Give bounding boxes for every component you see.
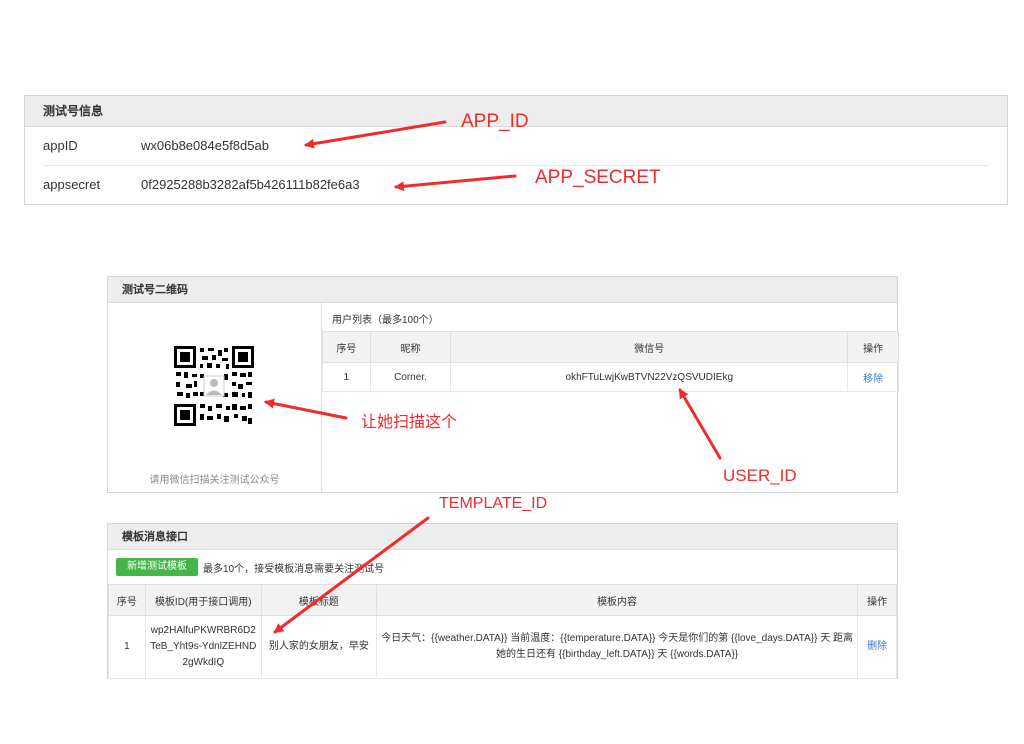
template-index: 1: [108, 615, 146, 679]
template-panel: 模板消息接口 新增测试模板 最多10个，接受模板消息需要关注测试号 序号 模板I…: [107, 523, 898, 679]
annotation-app-id: APP_ID: [461, 111, 529, 132]
appsecret-row: appsecret 0f2925288b3282af5b426111b82fe6…: [43, 166, 989, 204]
user-list-title: 用户列表（最多100个）: [332, 315, 439, 326]
template-table: 序号 模板ID(用于接口调用) 模板标题 模板内容 操作 1 wp2HAlfuP…: [108, 584, 897, 679]
template-content: 今日天气：{{weather.DATA}} 当前温度：{{temperature…: [375, 615, 859, 679]
qr-caption: 请用微信扫描关注测试公众号: [149, 475, 280, 486]
appsecret-label: appsecret: [43, 177, 101, 192]
appsecret-value[interactable]: 0f2925288b3282af5b426111b82fe6a3: [141, 166, 360, 204]
qr-area: 请用微信扫描关注测试公众号: [108, 303, 322, 492]
appid-value[interactable]: wx06b8e084e5f8d5ab: [141, 127, 269, 165]
table-row: 1 Corner. okhFTuLwjKwBTVN22VzQSVUDIEkg 移…: [322, 362, 899, 392]
annotation-user-id: USER_ID: [723, 466, 797, 485]
user-wechat-id: okhFTuLwjKwBTVN22VzQSVUDIEkg: [450, 362, 849, 392]
col-template-title: 模板标题: [260, 584, 377, 616]
col-template-content: 模板内容: [375, 584, 859, 616]
user-list-area: 用户列表（最多100个） 序号 昵称 微信号 操作 1 Corner. okhF…: [322, 303, 899, 492]
col-action: 操作: [857, 584, 897, 616]
template-note: 最多10个，接受模板消息需要关注测试号: [203, 564, 385, 575]
template-title: 别人家的女朋友，早安: [260, 615, 377, 679]
table-row-empty: [323, 392, 899, 491]
user-table-header: 序号 昵称 微信号 操作: [322, 331, 899, 363]
annotation-scan-hint: 让她扫描这个: [361, 414, 458, 431]
col-template-id: 模板ID(用于接口调用): [144, 584, 262, 616]
qr-panel-title: 测试号二维码: [108, 277, 897, 303]
col-index: 序号: [322, 331, 371, 363]
qr-code-panel: 测试号二维码 请用微信扫描关注测试公众号 用户列表（最多100个） 序号 昵称 …: [107, 276, 899, 493]
annotation-template-id: TEMPLATE_ID: [439, 495, 548, 512]
annotation-app-secret: APP_SECRET: [535, 167, 661, 188]
appid-label: appID: [43, 138, 78, 153]
col-index: 序号: [108, 584, 146, 616]
col-wechat-id: 微信号: [450, 331, 849, 363]
template-panel-title: 模板消息接口: [108, 524, 897, 550]
add-template-button[interactable]: 新增测试模板: [116, 558, 198, 576]
delete-template-link[interactable]: 删除: [857, 615, 897, 679]
col-nickname: 昵称: [369, 331, 452, 363]
template-id[interactable]: wp2HAlfuPKWRBR6D2TeB_Yht9s-YdnlZEHND2gWk…: [144, 615, 262, 679]
col-action: 操作: [847, 331, 899, 363]
user-nickname: Corner.: [369, 362, 452, 392]
qr-code-icon: [174, 346, 254, 426]
table-row: 1 wp2HAlfuPKWRBR6D2TeB_Yht9s-YdnlZEHND2g…: [108, 615, 897, 679]
remove-user-link[interactable]: 移除: [847, 362, 899, 392]
template-table-header: 序号 模板ID(用于接口调用) 模板标题 模板内容 操作: [108, 584, 897, 616]
user-index: 1: [322, 362, 371, 392]
